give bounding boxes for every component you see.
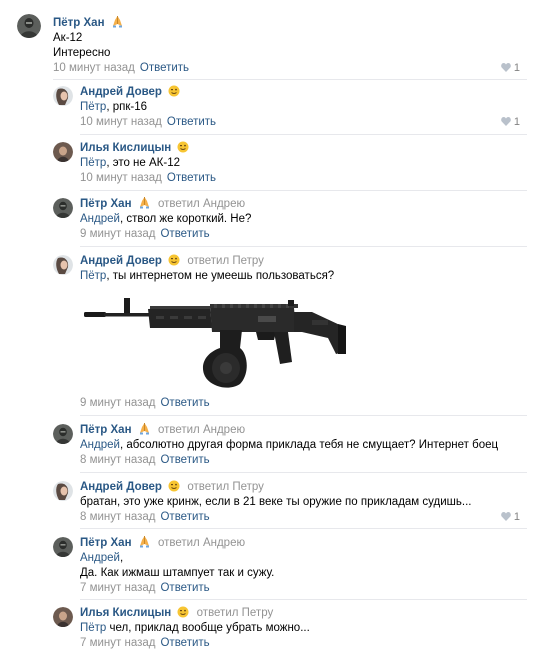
- like-count: 1: [513, 511, 520, 523]
- comment-meta: 9 минут назад Ответить: [80, 396, 527, 411]
- author-name[interactable]: Пётр Хан: [80, 198, 132, 210]
- like-count: 1: [513, 116, 520, 128]
- comment-text-body: , абсолютно другая форма приклада тебя н…: [119, 439, 499, 451]
- reply-button[interactable]: Ответить: [160, 511, 209, 523]
- mention-link[interactable]: Пётр: [80, 270, 106, 282]
- author-name[interactable]: Андрей Довер: [80, 255, 162, 267]
- timestamp[interactable]: 7 минут назад: [80, 582, 155, 594]
- comment-text-body: , ствол же короткий. Не?: [119, 213, 252, 225]
- timestamp[interactable]: 10 минут назад: [80, 116, 162, 128]
- divider: [80, 599, 527, 600]
- comment-text: Пётр, это не АК-12: [80, 156, 527, 171]
- comment-text-body: , это не АК-12: [106, 157, 180, 169]
- divider: [80, 246, 527, 247]
- comment-meta: 7 минут назад Ответить: [80, 581, 527, 596]
- comment-text: Андрей, ствол же короткий. Не?: [80, 212, 527, 227]
- comment-text: Андрей,: [80, 551, 527, 566]
- reply-to-label[interactable]: ответил Андрею: [158, 537, 245, 549]
- comment-text: Да. Как ижмаш штампует так и сужу.: [80, 567, 275, 579]
- mention-link[interactable]: Андрей: [80, 439, 120, 451]
- comment-text: Пётр, рпк-16: [80, 100, 527, 115]
- heart-icon: [501, 511, 511, 526]
- like-count: 1: [513, 62, 520, 74]
- avatar[interactable]: [53, 424, 73, 444]
- reply-to-label[interactable]: ответил Петру: [187, 481, 264, 493]
- timestamp[interactable]: 10 минут назад: [80, 172, 162, 184]
- avatar[interactable]: [53, 142, 73, 162]
- comment-text: Ак-12: [53, 32, 83, 44]
- reply-button[interactable]: Ответить: [160, 637, 209, 649]
- avatar[interactable]: [53, 86, 73, 106]
- mention-link[interactable]: Пётр: [80, 101, 106, 113]
- reply-button[interactable]: Ответить: [160, 228, 209, 240]
- timestamp[interactable]: 9 минут назад: [80, 397, 155, 409]
- mention-link[interactable]: Пётр: [80, 622, 106, 634]
- timestamp[interactable]: 8 минут назад: [80, 511, 155, 523]
- author-name[interactable]: Пётр Хан: [53, 17, 105, 29]
- comment-text: братан, это уже кринж, если в 21 веке ты…: [80, 496, 472, 508]
- heart-icon: [501, 62, 511, 77]
- reply-to-label[interactable]: ответил Андрею: [158, 424, 245, 436]
- comment-meta: 10 минут назад Ответить 1: [53, 61, 520, 76]
- comment-text: Интересно: [53, 47, 111, 59]
- comment-text-body: ,: [119, 552, 124, 564]
- author-name[interactable]: Андрей Довер: [80, 86, 162, 98]
- mention-link[interactable]: Андрей: [80, 213, 120, 225]
- comment-text-body: , рпк-16: [106, 101, 147, 113]
- divider: [80, 134, 527, 135]
- divider: [80, 528, 527, 529]
- comment-text: Пётр чел, приклад вообще убрать можно...: [80, 621, 527, 636]
- reply-to-label[interactable]: ответил Андрею: [158, 198, 245, 210]
- like-button[interactable]: 1: [501, 510, 520, 526]
- timestamp[interactable]: 9 минут назад: [80, 228, 155, 240]
- reply-button[interactable]: Ответить: [160, 582, 209, 594]
- avatar[interactable]: [53, 255, 73, 275]
- pray-hands-emoji-icon: [111, 15, 124, 33]
- comment-meta: 9 минут назад Ответить: [80, 227, 527, 242]
- winking-face-emoji-icon: [168, 85, 180, 102]
- divider: [53, 79, 527, 80]
- comment-meta: 10 минут назад Ответить 1: [80, 115, 520, 130]
- divider: [80, 415, 527, 416]
- comment-text-body: чел, приклад вообще убрать можно...: [106, 622, 310, 634]
- mention-link[interactable]: Андрей: [80, 552, 120, 564]
- avatar[interactable]: [53, 537, 73, 557]
- divider: [80, 472, 527, 473]
- comment-text: Андрей, абсолютно другая форма приклада …: [80, 438, 527, 453]
- reply-button[interactable]: Ответить: [140, 62, 189, 74]
- avatar[interactable]: [53, 481, 73, 501]
- rifle-photo[interactable]: [80, 290, 360, 390]
- comment-text-body: , ты интернетом не умеешь пользоваться?: [106, 270, 335, 282]
- author-name[interactable]: Пётр Хан: [80, 537, 132, 549]
- author-name[interactable]: Пётр Хан: [80, 424, 132, 436]
- reply-button[interactable]: Ответить: [167, 172, 216, 184]
- author-name[interactable]: Илья Кислицын: [80, 607, 171, 619]
- timestamp[interactable]: 8 минут назад: [80, 454, 155, 466]
- avatar[interactable]: [17, 14, 41, 38]
- mention-link[interactable]: Пётр: [80, 157, 106, 169]
- pray-hands-emoji-icon: [138, 535, 151, 553]
- author-name[interactable]: Илья Кислицын: [80, 142, 171, 154]
- reply-to-label[interactable]: ответил Петру: [197, 607, 274, 619]
- avatar[interactable]: [53, 198, 73, 218]
- reply-button[interactable]: Ответить: [160, 454, 209, 466]
- divider: [80, 190, 527, 191]
- reply-button[interactable]: Ответить: [167, 116, 216, 128]
- timestamp[interactable]: 7 минут назад: [80, 637, 155, 649]
- comment-meta: 8 минут назад Ответить: [80, 453, 527, 468]
- reply-button[interactable]: Ответить: [160, 397, 209, 409]
- like-button[interactable]: 1: [501, 61, 520, 77]
- comment-body: Пётр Хан Ак-12 Интересно 10 минут назад О…: [53, 15, 527, 76]
- comment-text: Пётр, ты интернетом не умеешь пользовать…: [80, 269, 527, 284]
- reply-to-label[interactable]: ответил Петру: [187, 255, 264, 267]
- comment-meta: 7 минут назад Ответить: [80, 636, 527, 651]
- comment-meta: 8 минут назад Ответить 1: [80, 510, 520, 525]
- timestamp[interactable]: 10 минут назад: [53, 62, 135, 74]
- comment-meta: 10 минут назад Ответить: [80, 171, 527, 186]
- author-name[interactable]: Андрей Довер: [80, 481, 162, 493]
- avatar[interactable]: [53, 607, 73, 627]
- like-button[interactable]: 1: [501, 115, 520, 131]
- heart-icon: [501, 116, 511, 131]
